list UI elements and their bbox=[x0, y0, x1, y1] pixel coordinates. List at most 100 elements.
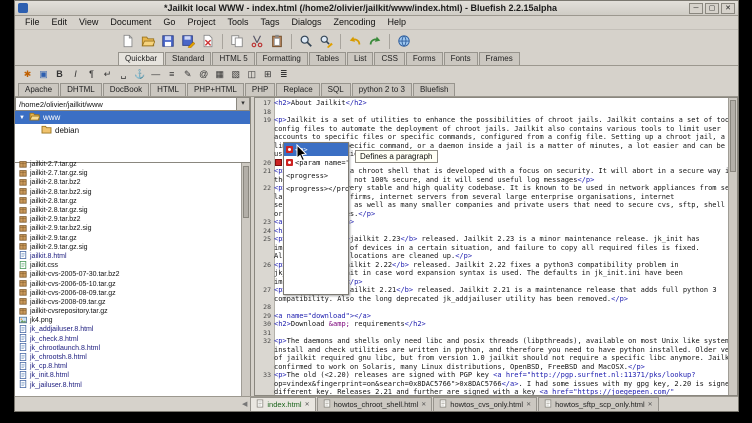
snippet-tab-python-2-to-3[interactable]: python 2 to 3 bbox=[352, 83, 412, 96]
toolbar-new-button[interactable] bbox=[118, 32, 138, 51]
file-item-jailkit-2-7-tar-gz[interactable]: jailkit-2.7.tar.gz bbox=[15, 160, 241, 169]
file-item-jailkit-2-9-tar-bz2-sig[interactable]: jailkit-2.9.tar.bz2.sig bbox=[15, 224, 241, 233]
file-item-jailkit-2-8-tar-gz[interactable]: jailkit-2.8.tar.gz bbox=[15, 197, 241, 206]
tab-forms[interactable]: Forms bbox=[406, 52, 443, 65]
file-item-jk-addjailuser-8-html[interactable]: jk_addjailuser.8.html bbox=[15, 325, 241, 334]
italic-icon[interactable]: I bbox=[68, 68, 83, 82]
menu-go[interactable]: Go bbox=[157, 16, 181, 29]
folder-tree[interactable]: ▼wwwdebian bbox=[15, 111, 250, 163]
autocomplete-item[interactable]: <p> bbox=[284, 143, 348, 156]
tab-close-icon[interactable]: ✕ bbox=[526, 401, 531, 408]
menu-tags[interactable]: Tags bbox=[254, 16, 285, 29]
file-item-jailkit-cvs-2008-09-tar-gz[interactable]: jailkit-cvs-2008-09.tar.gz bbox=[15, 298, 241, 307]
file-item-jailkit-cvs-2006-08-09-tar-gz[interactable]: jailkit-cvs-2006-08-09.tar.gz bbox=[15, 289, 241, 298]
nbsp-icon[interactable]: ␣ bbox=[116, 68, 131, 82]
menu-help[interactable]: Help bbox=[382, 16, 413, 29]
rule-icon[interactable]: — bbox=[148, 68, 163, 82]
center-icon[interactable]: ≡ bbox=[164, 68, 179, 82]
toolbar-save-as-button[interactable] bbox=[178, 32, 198, 51]
tab-tables[interactable]: Tables bbox=[309, 52, 346, 65]
document-tab-index-html[interactable]: index.html✕ bbox=[250, 397, 315, 411]
tab-fonts[interactable]: Fonts bbox=[444, 52, 478, 65]
snippet-tab-bluefish[interactable]: Bluefish bbox=[413, 83, 455, 96]
file-item-jk4-png[interactable]: jk4.png bbox=[15, 316, 241, 325]
toolbar-undo-button[interactable] bbox=[345, 32, 365, 51]
path-combo[interactable]: /home2/olivier/jailkit/www ▾ bbox=[15, 97, 250, 111]
file-item-jailkit-cvsrepository-tar-gz[interactable]: jailkit-cvsrepository.tar.gz bbox=[15, 307, 241, 316]
tab-close-icon[interactable]: ✕ bbox=[305, 401, 310, 408]
toolbar-replace-button[interactable] bbox=[316, 32, 336, 51]
file-item-jk-check-8-html[interactable]: jk_check.8.html bbox=[15, 335, 241, 344]
comment-icon[interactable]: ✎ bbox=[180, 68, 195, 82]
file-item-jk-cp-8-html[interactable]: jk_cp.8.html bbox=[15, 362, 241, 371]
file-item-jailkit-css[interactable]: jailkit.css bbox=[15, 261, 241, 270]
file-list[interactable]: jailkit-2.7.tar.gzjailkit-2.7.tar.gz.sig… bbox=[15, 160, 241, 396]
menu-project[interactable]: Project bbox=[181, 16, 221, 29]
tab-html-5[interactable]: HTML 5 bbox=[212, 52, 254, 65]
form-icon[interactable]: ⊞ bbox=[260, 68, 275, 82]
tab-close-icon[interactable]: ✕ bbox=[648, 401, 653, 408]
file-item-jailkit-2-8-tar-bz2[interactable]: jailkit-2.8.tar.bz2 bbox=[15, 178, 241, 187]
tab-quickbar[interactable]: Quickbar bbox=[118, 52, 164, 65]
menu-tools[interactable]: Tools bbox=[221, 16, 254, 29]
autocomplete-item[interactable]: <param name=""> bbox=[284, 156, 348, 169]
tab-standard[interactable]: Standard bbox=[165, 52, 211, 65]
snippet-tab-php[interactable]: PHP bbox=[245, 83, 275, 96]
tree-expander-icon[interactable]: ▼ bbox=[18, 115, 26, 121]
bold-icon[interactable]: B bbox=[52, 68, 67, 82]
maximize-button[interactable]: ▢ bbox=[705, 3, 719, 14]
file-item-jailkit-2-8-tar-bz2-sig[interactable]: jailkit-2.8.tar.bz2.sig bbox=[15, 188, 241, 197]
toolbar-paste-button[interactable] bbox=[267, 32, 287, 51]
file-item-jailkit-2-9-tar-gz[interactable]: jailkit-2.9.tar.gz bbox=[15, 234, 241, 243]
snippet-tab-replace[interactable]: Replace bbox=[276, 83, 319, 96]
document-tab-howtos-chroot-shell-html[interactable]: howtos_chroot_shell.html✕ bbox=[317, 397, 433, 411]
combo-dropdown-icon[interactable]: ▾ bbox=[236, 98, 249, 110]
body-icon[interactable]: ▣ bbox=[36, 68, 51, 82]
close-button[interactable]: ✕ bbox=[721, 3, 735, 14]
file-item-jk-init-8-html[interactable]: jk_init.8.html bbox=[15, 371, 241, 380]
toolbar-copy-button[interactable] bbox=[227, 32, 247, 51]
file-item-jk-chrootsh-8-html[interactable]: jk_chrootsh.8.html bbox=[15, 353, 241, 362]
toolbar-cut-button[interactable] bbox=[247, 32, 267, 51]
toolbar-open-button[interactable] bbox=[138, 32, 158, 51]
toolbar-find-button[interactable] bbox=[296, 32, 316, 51]
menu-view[interactable]: View bbox=[73, 16, 104, 29]
paragraph-icon[interactable]: ¶ bbox=[84, 68, 99, 82]
snippet-tab-php-html[interactable]: PHP+HTML bbox=[187, 83, 244, 96]
email-icon[interactable]: @ bbox=[196, 68, 211, 82]
tab-close-icon[interactable]: ✕ bbox=[421, 401, 426, 408]
snippet-tab-sql[interactable]: SQL bbox=[321, 83, 351, 96]
titlebar[interactable]: *Jailkit local WWW - index.html (/home2/… bbox=[15, 1, 738, 16]
list-icon[interactable]: ≣ bbox=[276, 68, 291, 82]
menu-file[interactable]: File bbox=[19, 16, 46, 29]
table-icon[interactable]: ▦ bbox=[212, 68, 227, 82]
tree-item-www[interactable]: ▼www bbox=[15, 111, 250, 124]
tab-css[interactable]: CSS bbox=[374, 52, 404, 65]
frameset-icon[interactable]: ◫ bbox=[244, 68, 259, 82]
filelist-scrollbar[interactable] bbox=[241, 163, 250, 396]
tabs-scroll-left-icon[interactable]: ◀ bbox=[239, 398, 250, 411]
menu-document[interactable]: Document bbox=[104, 16, 157, 29]
anchor-icon[interactable]: ⚓ bbox=[132, 68, 147, 82]
file-item-jailkit-2-9-tar-bz2[interactable]: jailkit-2.9.tar.bz2 bbox=[15, 215, 241, 224]
document-tab-howtos-sftp-scp-only-html[interactable]: howtos_sftp_scp_only.html✕ bbox=[538, 397, 659, 411]
file-item-jailkit-cvs-2005-07-30-tar-bz2[interactable]: jailkit-cvs-2005-07-30.tar.bz2 bbox=[15, 270, 241, 279]
tab-formatting[interactable]: Formatting bbox=[256, 52, 308, 65]
document-tab-howtos-cvs-only-html[interactable]: howtos_cvs_only.html✕ bbox=[433, 397, 537, 411]
autocomplete-item[interactable]: <progress></progress> bbox=[284, 182, 348, 195]
menu-edit[interactable]: Edit bbox=[46, 16, 74, 29]
toolbar-close-button[interactable] bbox=[198, 32, 218, 51]
snippet-tab-docbook[interactable]: DocBook bbox=[103, 83, 149, 96]
minimize-button[interactable]: ─ bbox=[689, 3, 703, 14]
break-icon[interactable]: ↵ bbox=[100, 68, 115, 82]
toolbar-save-button[interactable] bbox=[158, 32, 178, 51]
snippet-tab-apache[interactable]: Apache bbox=[18, 83, 59, 96]
file-item-jailkit-cvs-2006-05-10-tar-gz[interactable]: jailkit-cvs-2006-05-10.tar.gz bbox=[15, 279, 241, 288]
file-item-jk-chrootlaunch-8-html[interactable]: jk_chrootlaunch.8.html bbox=[15, 344, 241, 353]
menu-dialogs[interactable]: Dialogs bbox=[285, 16, 327, 29]
toolbar-redo-button[interactable] bbox=[365, 32, 385, 51]
file-item-jailkit-2-9-tar-gz-sig[interactable]: jailkit-2.9.tar.gz.sig bbox=[15, 243, 241, 252]
file-item-jk-jailuser-8-html[interactable]: jk_jailuser.8.html bbox=[15, 381, 241, 390]
editor-scrollbar[interactable] bbox=[728, 98, 737, 395]
tab-frames[interactable]: Frames bbox=[479, 52, 520, 65]
